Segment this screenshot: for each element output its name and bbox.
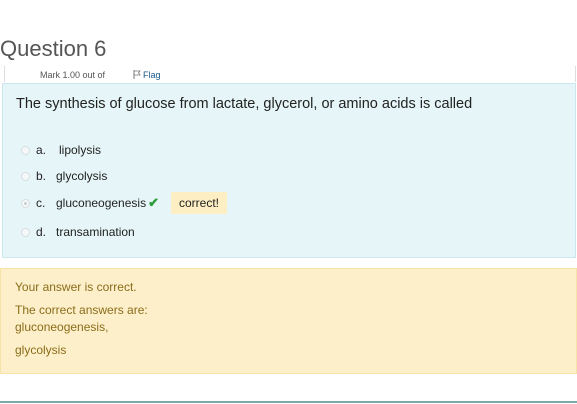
check-icon: ✔ [148, 195, 159, 210]
option-letter: d. [36, 225, 47, 239]
radio-d[interactable] [21, 227, 30, 237]
mark-text: Mark 1.00 out of [40, 70, 106, 80]
option-letter: b. [36, 169, 47, 183]
flag-label: Flag [143, 70, 161, 80]
question-content: The synthesis of glucose from lactate, g… [2, 83, 576, 258]
option-c[interactable]: c. gluconeogenesis ✔ correct! [21, 190, 227, 216]
option-b[interactable]: b. glycolysis [21, 167, 107, 185]
option-letter: a. [36, 143, 47, 157]
feedback-status: Your answer is correct. [15, 280, 137, 294]
question-title: Question 6 [0, 36, 107, 61]
option-label: gluconeogenesis [56, 196, 147, 210]
correct-answer-2: glycolysis [15, 343, 67, 357]
radio-a[interactable] [21, 145, 30, 155]
divider [0, 401, 577, 403]
option-letter: c. [36, 196, 46, 210]
option-label: glycolysis [56, 169, 108, 183]
correct-badge: correct! [170, 192, 227, 214]
option-label: lipolysis [59, 143, 102, 157]
option-d[interactable]: d. transamination [21, 223, 135, 241]
correct-answers-heading: The correct answers are: [15, 303, 148, 317]
radio-b[interactable] [21, 171, 30, 181]
feedback-box: Your answer is correct. The correct answ… [0, 268, 577, 374]
radio-c[interactable] [21, 198, 30, 208]
option-a[interactable]: a. lipolysis [21, 141, 101, 159]
correct-answer-1: gluconeogenesis, [15, 320, 109, 334]
flag-icon [133, 70, 141, 79]
question-info: Mark 1.00 out of Flag [4, 66, 576, 82]
flag-button[interactable]: Flag [133, 70, 161, 80]
question-text: The synthesis of glucose from lactate, g… [16, 96, 473, 112]
option-label: transamination [56, 225, 135, 239]
